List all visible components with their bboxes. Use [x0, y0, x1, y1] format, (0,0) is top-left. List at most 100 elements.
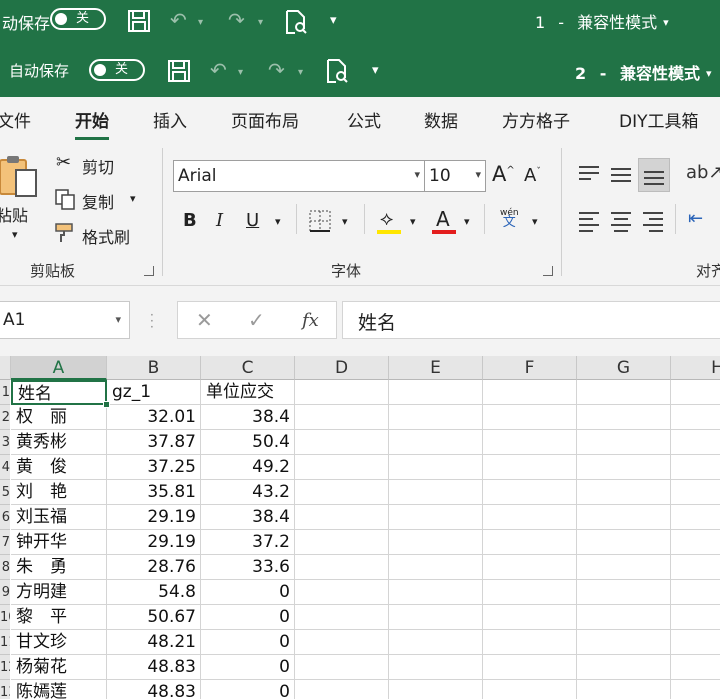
- tab-diy-toolbox[interactable]: DIY工具箱: [619, 107, 699, 132]
- align-center-button[interactable]: [609, 208, 633, 232]
- cell-a8[interactable]: 朱 勇: [11, 555, 107, 580]
- redo-dropdown-icon[interactable]: ▾: [258, 13, 263, 33]
- empty-cell[interactable]: [295, 480, 389, 505]
- empty-cell[interactable]: [389, 380, 483, 405]
- cut-label[interactable]: 剪切: [82, 154, 114, 178]
- undo-dropdown-icon[interactable]: ▾: [198, 13, 203, 33]
- bold-button[interactable]: B: [183, 210, 197, 231]
- cell-a11[interactable]: 甘文珍: [11, 630, 107, 655]
- cell-c1[interactable]: 单位应交: [201, 380, 295, 405]
- empty-cell[interactable]: [671, 455, 720, 480]
- column-header-h[interactable]: H: [671, 356, 720, 380]
- empty-cell[interactable]: [295, 505, 389, 530]
- cell-b12[interactable]: 48.83: [107, 655, 201, 680]
- paste-label[interactable]: 粘贴: [0, 202, 28, 226]
- empty-cell[interactable]: [389, 480, 483, 505]
- empty-cell[interactable]: [295, 555, 389, 580]
- clipboard-dialog-launcher-icon[interactable]: [144, 266, 154, 276]
- empty-cell[interactable]: [389, 430, 483, 455]
- cell-c13[interactable]: 0: [201, 680, 295, 699]
- customize-toolbar-icon[interactable]: ▾: [330, 11, 337, 31]
- cell-b2[interactable]: 32.01: [107, 405, 201, 430]
- row-header[interactable]: 8: [0, 555, 10, 580]
- column-header-g[interactable]: G: [577, 356, 671, 380]
- align-bottom-button[interactable]: [638, 158, 670, 192]
- empty-cell[interactable]: [295, 680, 389, 699]
- font-size-select[interactable]: 10 ▾: [424, 160, 486, 192]
- cell-c3[interactable]: 50.4: [201, 430, 295, 455]
- cell-a5[interactable]: 刘 艳: [11, 480, 107, 505]
- empty-cell[interactable]: [483, 655, 577, 680]
- cell-b7[interactable]: 29.19: [107, 530, 201, 555]
- tab-data[interactable]: 数据: [424, 107, 458, 132]
- font-color-dropdown-icon[interactable]: ▾: [464, 215, 470, 228]
- fill-color-dropdown-icon[interactable]: ▾: [410, 215, 416, 228]
- print-preview-icon[interactable]: [326, 58, 348, 84]
- empty-cell[interactable]: [295, 455, 389, 480]
- format-painter-label[interactable]: 格式刷: [82, 224, 130, 248]
- cell-b9[interactable]: 54.8: [107, 580, 201, 605]
- align-top-button[interactable]: [577, 162, 601, 186]
- align-right-button[interactable]: [641, 208, 665, 232]
- empty-cell[interactable]: [295, 530, 389, 555]
- empty-cell[interactable]: [671, 655, 720, 680]
- copy-dropdown-icon[interactable]: ▾: [130, 192, 136, 205]
- cell-c11[interactable]: 0: [201, 630, 295, 655]
- autosave-toggle[interactable]: 关: [89, 59, 145, 81]
- tab-home[interactable]: 开始: [75, 107, 109, 140]
- cell-a10[interactable]: 黎 平: [11, 605, 107, 630]
- empty-cell[interactable]: [295, 380, 389, 405]
- empty-cell[interactable]: [483, 480, 577, 505]
- redo-icon[interactable]: ↷: [268, 60, 285, 80]
- cell-a2[interactable]: 权 丽: [11, 405, 107, 430]
- empty-cell[interactable]: [483, 455, 577, 480]
- empty-cell[interactable]: [577, 480, 671, 505]
- cell-a7[interactable]: 钟开华: [11, 530, 107, 555]
- undo-dropdown-icon[interactable]: ▾: [238, 63, 243, 83]
- cell-a1[interactable]: 姓名: [11, 380, 107, 405]
- empty-cell[interactable]: [483, 530, 577, 555]
- empty-cell[interactable]: [671, 530, 720, 555]
- copy-label[interactable]: 复制: [82, 189, 114, 213]
- save-icon[interactable]: [127, 9, 151, 33]
- empty-cell[interactable]: [671, 555, 720, 580]
- fill-handle[interactable]: [103, 401, 110, 408]
- empty-cell[interactable]: [671, 605, 720, 630]
- empty-cell[interactable]: [671, 580, 720, 605]
- formula-input[interactable]: 姓名: [342, 301, 720, 339]
- save-icon[interactable]: [167, 59, 191, 83]
- cell-a4[interactable]: 黄 俊: [11, 455, 107, 480]
- title-dropdown-icon[interactable]: ▾: [663, 16, 669, 29]
- cell-c12[interactable]: 0: [201, 655, 295, 680]
- cell-c5[interactable]: 43.2: [201, 480, 295, 505]
- borders-dropdown-icon[interactable]: ▾: [342, 215, 348, 228]
- cell-c9[interactable]: 0: [201, 580, 295, 605]
- column-header-b[interactable]: B: [107, 356, 201, 380]
- cut-icon[interactable]: ✂: [56, 152, 71, 173]
- row-header[interactable]: 3: [0, 430, 10, 455]
- title-dropdown-icon[interactable]: ▾: [706, 67, 712, 80]
- row-header[interactable]: 11: [0, 630, 10, 655]
- empty-cell[interactable]: [389, 680, 483, 699]
- column-header-f[interactable]: F: [483, 356, 577, 380]
- font-family-dropdown-icon[interactable]: ▾: [414, 168, 420, 181]
- grow-font-icon[interactable]: A^: [492, 162, 515, 186]
- empty-cell[interactable]: [577, 680, 671, 699]
- empty-cell[interactable]: [295, 580, 389, 605]
- empty-cell[interactable]: [295, 630, 389, 655]
- empty-cell[interactable]: [671, 505, 720, 530]
- row-header[interactable]: 1: [0, 380, 10, 405]
- empty-cell[interactable]: [389, 530, 483, 555]
- row-header[interactable]: 10: [0, 605, 10, 630]
- column-header-d[interactable]: D: [295, 356, 389, 380]
- select-all-corner[interactable]: [0, 356, 11, 380]
- redo-dropdown-icon[interactable]: ▾: [298, 63, 303, 83]
- empty-cell[interactable]: [577, 655, 671, 680]
- print-preview-icon[interactable]: [285, 9, 307, 35]
- undo-icon[interactable]: ↶: [210, 60, 227, 80]
- fill-color-icon[interactable]: ⟡: [380, 206, 393, 230]
- empty-cell[interactable]: [389, 405, 483, 430]
- underline-button[interactable]: U: [246, 210, 259, 231]
- empty-cell[interactable]: [577, 555, 671, 580]
- cancel-icon[interactable]: ✕: [196, 308, 213, 332]
